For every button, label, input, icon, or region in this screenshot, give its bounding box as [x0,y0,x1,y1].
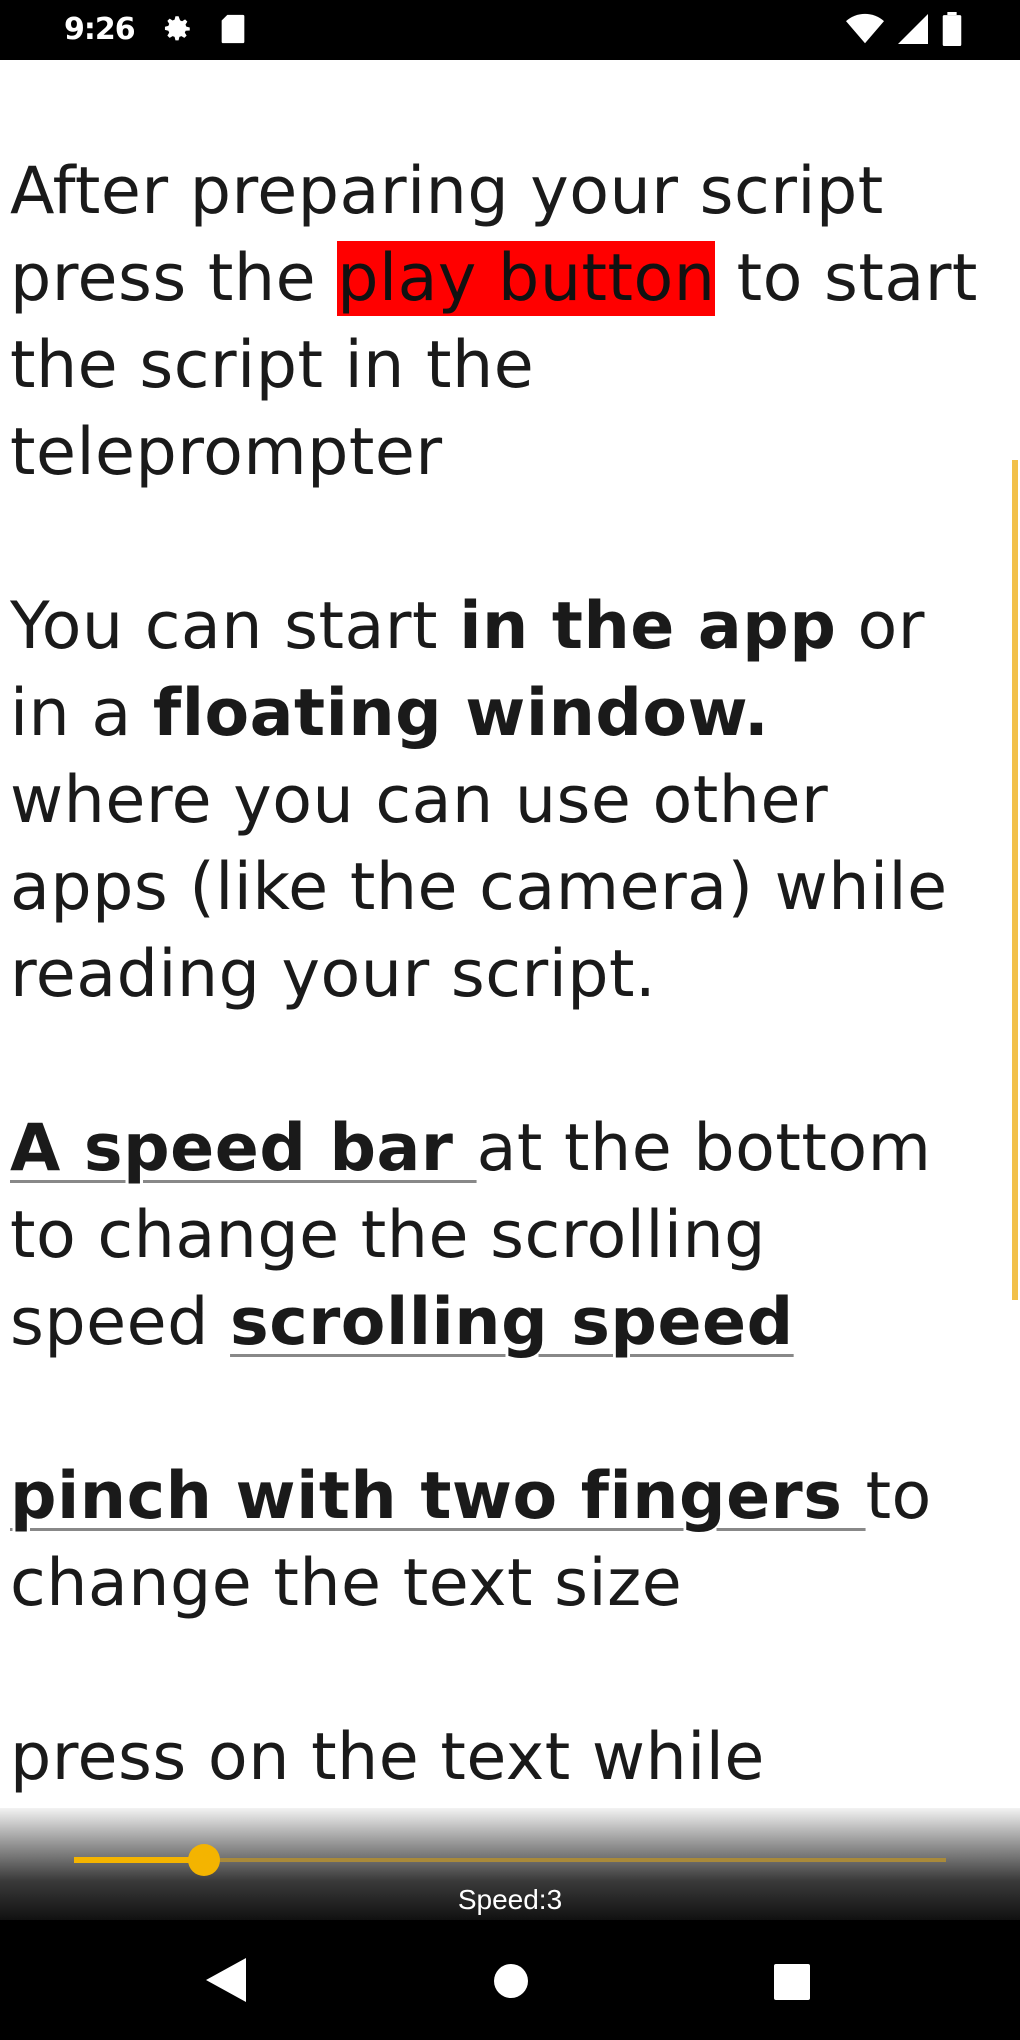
instruction-paragraph-pinch: pinch with two fingers to change the tex… [10,1459,932,1621]
speed-label: Speed:3 [457,1884,563,1915]
floating-window-bold: floating window. [152,676,770,751]
instruction-paragraph-speed: A speed bar at the bottom to change the … [10,1111,932,1360]
script-text-area[interactable]: After preparing your script press the pl… [10,148,980,1888]
navigation-bar [0,1920,1020,2040]
speed-bar-underlined: A speed bar [10,1111,477,1186]
in-the-app-bold: in the app [459,589,837,664]
status-bar: 9:26 [0,0,1020,60]
play-button-highlight: play button [337,241,716,316]
instruction-paragraph-floating: You can start in the app or in a floatin… [10,589,948,1012]
speed-slider-fill [74,1857,204,1863]
status-right-icons [846,12,962,50]
pinch-underlined: pinch with two fingers [10,1459,866,1534]
wifi-icon [846,13,884,49]
scrolling-speed-underlined: scrolling speed [230,1285,794,1360]
back-icon[interactable] [205,1958,247,2006]
cellular-signal-icon [898,13,928,49]
scroll-indicator[interactable] [1012,460,1018,1300]
speed-slider-thumb[interactable] [188,1844,220,1876]
home-icon[interactable] [494,1964,528,1998]
speed-panel: Speed:3 [0,1808,1020,1920]
instruction-paragraph-play: After preparing your script press the pl… [10,154,978,490]
status-time: 9:26 [64,12,136,47]
sd-card-icon [218,12,248,50]
recent-apps-icon[interactable] [774,1964,810,2000]
gear-icon [160,12,194,50]
battery-icon [942,12,962,50]
status-left-icons [160,12,248,50]
